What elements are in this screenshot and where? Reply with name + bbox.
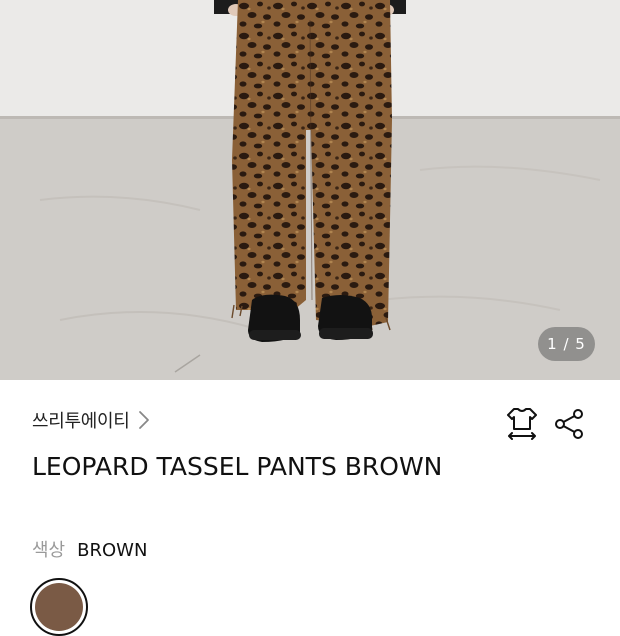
brand-link[interactable]: 쓰리투에이티 xyxy=(32,405,150,435)
chevron-right-icon xyxy=(138,410,150,430)
image-counter-badge: 1 / 5 xyxy=(538,327,595,361)
product-image-gallery[interactable]: 1 / 5 xyxy=(0,0,620,380)
color-value: BROWN xyxy=(77,540,148,561)
share-icon[interactable] xyxy=(552,407,586,441)
swatch-color-fill xyxy=(35,583,83,631)
product-photo xyxy=(0,0,620,380)
color-info: 색상 BROWN xyxy=(32,536,147,562)
color-label: 색상 xyxy=(32,540,66,561)
product-title: LEOPARD TASSEL PANTS BROWN xyxy=(32,452,443,481)
brand-name[interactable]: 쓰리투에이티 xyxy=(32,407,130,433)
size-fit-icon[interactable] xyxy=(503,405,541,443)
color-swatch-brown[interactable] xyxy=(30,578,88,636)
